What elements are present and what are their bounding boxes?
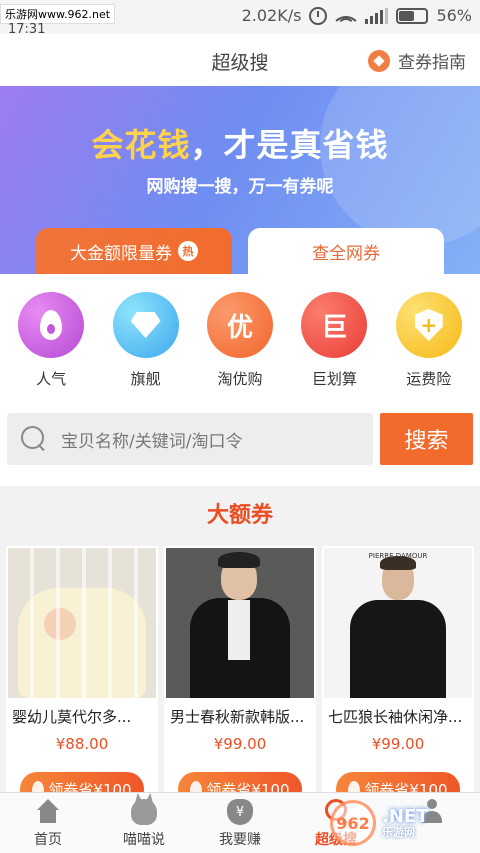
promo-banner: 会花钱，才是真省钱 网购搜一搜，万一有券呢 大金额限量券 热 查全网券 xyxy=(0,86,480,274)
nav-miaomiao[interactable]: 喵喵说 xyxy=(96,793,192,853)
coupon-label: 领券省¥100 xyxy=(48,780,132,793)
watermark-logo-circle: 962 xyxy=(330,800,376,846)
network-speed: 2.02K/s xyxy=(241,6,302,25)
status-bar: 乐游网www.962.net 17:31 2.02K/s 56% xyxy=(0,0,480,37)
home-icon xyxy=(35,799,61,825)
category-label: 人气 xyxy=(36,370,67,388)
status-icons: 2.02K/s 56% xyxy=(242,6,472,25)
watermark-text: .NET 乐游网 xyxy=(382,807,428,839)
nav-label: 我要赚 xyxy=(219,832,261,848)
get-coupon-button[interactable]: 领券省¥100 xyxy=(20,772,144,792)
coupon-guide-label: 查券指南 xyxy=(398,53,466,73)
banner-subline: 网购搜一搜，万一有券呢 xyxy=(146,177,334,197)
product-price: ¥99.00 xyxy=(371,735,425,753)
watermark-label: 乐游网www.962.net xyxy=(0,4,116,24)
search-placeholder: 宝贝名称/关键词/淘口令 xyxy=(61,431,243,452)
alarm-icon xyxy=(309,6,328,25)
category-row: 人气 旗舰 优 淘优购 巨 巨划算 + 运费险 xyxy=(0,274,480,394)
watermark-sub: 乐游网 xyxy=(382,825,415,839)
category-label: 运费险 xyxy=(406,370,452,388)
battery-icon xyxy=(396,7,429,24)
flame-icon xyxy=(348,781,361,792)
you-icon: 优 xyxy=(206,292,273,358)
product-card[interactable]: PIERRE DAMOUR 七匹狼长袖休闲净... ¥99.00 领券省¥100 xyxy=(322,546,474,792)
product-card[interactable]: 男士春秋新款韩版... ¥99.00 领券省¥100 xyxy=(164,546,316,792)
section-title: 大额券 xyxy=(0,486,480,540)
product-card[interactable]: 婴幼儿莫代尔多... ¥88.00 领券省¥100 xyxy=(6,546,158,792)
product-name: 七匹狼长袖休闲净... xyxy=(328,708,463,726)
product-price: ¥99.00 xyxy=(213,735,267,753)
tab-all-coupons[interactable]: 查全网券 xyxy=(248,228,444,274)
tab-all-coupons-label: 查全网券 xyxy=(312,243,380,264)
coupon-guide-button[interactable]: 查券指南 xyxy=(368,48,466,73)
tab-big-coupon-label: 大金额限量券 xyxy=(70,243,172,264)
nav-home[interactable]: 首页 xyxy=(0,793,96,853)
app-header: 超级搜 查券指南 xyxy=(0,34,480,86)
nav-label: 喵喵说 xyxy=(123,832,165,848)
product-image: PIERRE DAMOUR xyxy=(324,548,472,698)
flame-icon xyxy=(32,781,45,792)
headline-highlight: 会花钱 xyxy=(91,126,191,164)
product-grid: 婴幼儿莫代尔多... ¥88.00 领券省¥100 男士春秋新款韩版... ¥9… xyxy=(0,540,480,792)
battery-percent: 56% xyxy=(436,6,472,25)
flame-icon xyxy=(18,292,85,358)
nav-label: 首页 xyxy=(34,832,62,848)
category-juhuasuan[interactable]: 巨 巨划算 xyxy=(294,274,374,394)
banner-decoration xyxy=(320,86,480,246)
wifi-icon xyxy=(335,8,358,24)
coupon-label: 领券省¥100 xyxy=(364,780,448,793)
flame-icon xyxy=(190,781,203,792)
category-flagship[interactable]: 旗舰 xyxy=(106,274,186,394)
get-coupon-button[interactable]: 领券省¥100 xyxy=(336,772,460,792)
product-image xyxy=(166,548,314,698)
category-label: 旗舰 xyxy=(130,370,161,388)
product-price: ¥88.00 xyxy=(55,735,109,753)
watermark-logo: 962 .NET 乐游网 xyxy=(330,796,476,850)
category-label: 巨划算 xyxy=(311,370,357,388)
money-bag-icon: ¥ xyxy=(227,799,253,825)
get-coupon-button[interactable]: 领券省¥100 xyxy=(178,772,302,792)
category-shipping-insurance[interactable]: + 运费险 xyxy=(389,274,469,394)
category-popular[interactable]: 人气 xyxy=(11,274,91,394)
shield-icon: + xyxy=(395,292,462,358)
product-name: 男士春秋新款韩版... xyxy=(170,708,305,726)
headline-text: ，才是真省钱 xyxy=(190,126,389,164)
category-label: 淘优购 xyxy=(217,370,263,388)
search-button[interactable]: 搜索 xyxy=(380,413,473,465)
hot-badge-icon: 热 xyxy=(178,241,198,261)
category-taoyougou[interactable]: 优 淘优购 xyxy=(200,274,280,394)
coupon-label: 领券省¥100 xyxy=(206,780,290,793)
ju-icon: 巨 xyxy=(301,292,368,358)
diamond-icon xyxy=(112,292,179,358)
search-input[interactable]: 宝贝名称/关键词/淘口令 xyxy=(7,413,373,465)
search-bar: 宝贝名称/关键词/淘口令 搜索 xyxy=(0,394,480,486)
nav-earn[interactable]: ¥ 我要赚 xyxy=(192,793,288,853)
tab-big-coupon[interactable]: 大金额限量券 热 xyxy=(36,228,232,274)
product-image xyxy=(8,548,156,698)
cat-icon xyxy=(131,799,157,825)
banner-headline: 会花钱，才是真省钱 xyxy=(0,120,480,166)
signal-icon xyxy=(365,7,389,24)
product-name: 婴幼儿莫代尔多... xyxy=(12,708,132,726)
watermark-net: .NET xyxy=(382,806,429,828)
search-icon xyxy=(21,426,47,452)
compass-icon xyxy=(368,49,390,72)
